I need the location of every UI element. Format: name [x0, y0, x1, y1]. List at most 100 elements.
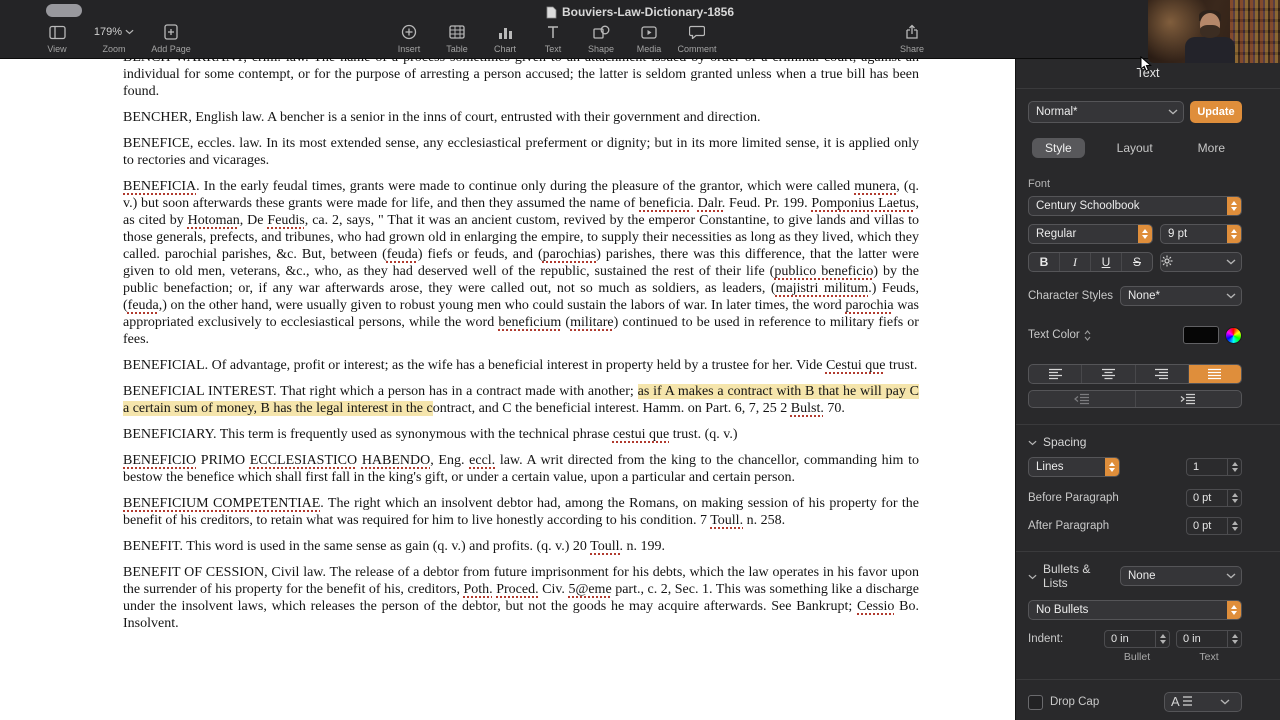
dictionary-entry[interactable]: BENEFICE, eccles. law. In its most exten…	[123, 135, 919, 169]
toolbar-button-chart[interactable]: Chart	[484, 23, 526, 54]
dictionary-entry[interactable]: BENCHER, English law. A bencher is a sen…	[123, 109, 919, 126]
disclosure-chevron-icon[interactable]	[1028, 569, 1037, 583]
misspelled-word: ECCLESIASTICO	[250, 453, 357, 468]
before-paragraph-value: 0 pt	[1187, 490, 1227, 506]
after-paragraph-label: After Paragraph	[1028, 520, 1109, 532]
toolbar-button-zoom[interactable]: 179%Zoom	[93, 23, 135, 54]
misspelled-word: parochias	[543, 247, 597, 262]
dictionary-entry[interactable]: BENCH WARRANT, crim. law. The name of a …	[123, 58, 919, 100]
line-spacing-stepper[interactable]: 1	[1186, 458, 1242, 476]
align-left-button[interactable]	[1029, 365, 1082, 383]
drop-cap-style-dropdown[interactable]: A	[1164, 692, 1242, 712]
text-indent-stepper[interactable]: 0 in	[1176, 630, 1242, 648]
toolbar-button-label: Insert	[398, 44, 421, 54]
toolbar-button-view[interactable]: View	[36, 23, 78, 54]
divider	[1016, 679, 1280, 680]
align-justify-button[interactable]	[1189, 365, 1241, 383]
stepper-arrows-icon[interactable]	[1227, 518, 1241, 534]
tab-layout[interactable]: Layout	[1104, 138, 1166, 158]
dictionary-entry[interactable]: BENEFICIUM COMPETENTIAE. The right which…	[123, 495, 919, 529]
color-wheel[interactable]	[1225, 327, 1242, 344]
toolbar-button-add-page[interactable]: Add Page	[150, 23, 192, 54]
misspelled-word: feuda	[387, 247, 418, 262]
toolbar-button-comment[interactable]: Comment	[676, 23, 718, 54]
webcam-overlay	[1148, 0, 1280, 63]
toolbar-button-share[interactable]: Share	[891, 23, 933, 54]
text-run: , De	[240, 213, 268, 228]
after-paragraph-stepper[interactable]: 0 pt	[1186, 517, 1242, 535]
dictionary-entry[interactable]: BENEFICIARY. This term is frequently use…	[123, 426, 919, 443]
dictionary-entry[interactable]: BENEFIT OF CESSION, Civil law. The relea…	[123, 564, 919, 632]
misspelled-word: Pomponius Laetus	[811, 196, 915, 211]
text-run: 70.	[824, 401, 845, 416]
align-center-button[interactable]	[1082, 365, 1135, 383]
misspelled-word: BENEFICIA	[123, 179, 196, 194]
dictionary-entry[interactable]: BENEFIT. This word is used in the same s…	[123, 538, 919, 555]
align-right-button[interactable]	[1136, 365, 1189, 383]
increase-indent-button[interactable]	[1136, 391, 1242, 407]
font-size-dropdown[interactable]: 9 pt	[1160, 224, 1242, 244]
shape-icon	[593, 23, 610, 41]
font-weight-value: Regular	[1036, 228, 1076, 240]
zoom-control: 179%	[94, 23, 134, 41]
misspelled-word: Hotoman	[188, 213, 240, 228]
tab-style[interactable]: Style	[1032, 138, 1085, 158]
toolbar-button-media[interactable]: Media	[628, 23, 670, 54]
text-run: BENEFICIAL INTEREST. That right which a …	[123, 384, 638, 399]
font-family-dropdown[interactable]: Century Schoolbook	[1028, 196, 1242, 216]
tab-more[interactable]: More	[1185, 138, 1238, 158]
decrease-indent-button[interactable]	[1029, 391, 1136, 407]
drop-cap-checkbox[interactable]	[1028, 695, 1043, 710]
toolbar-button-label: Table	[446, 44, 468, 54]
italic-button[interactable]: I	[1060, 253, 1091, 271]
bullets-lists-value: None	[1128, 570, 1156, 582]
disclosure-chevron-icon[interactable]	[1028, 435, 1037, 449]
misspelled-word: eccl.	[469, 453, 495, 468]
bullet-style-dropdown[interactable]: No Bullets	[1028, 600, 1242, 620]
text-run: , Eng.	[430, 453, 469, 468]
bullets-lists-dropdown[interactable]: None	[1120, 566, 1242, 586]
stepper-arrows-icon[interactable]	[1155, 631, 1169, 647]
bold-button[interactable]: B	[1029, 253, 1060, 271]
update-button[interactable]: Update	[1190, 101, 1242, 123]
alignment-buttons	[1028, 364, 1242, 384]
font-weight-dropdown[interactable]: Regular	[1028, 224, 1153, 244]
person-body	[1185, 37, 1235, 63]
text-run: Feud. Pr. 199.	[725, 196, 811, 211]
bullet-caption: Bullet	[1104, 651, 1170, 663]
text-run: BENEFIT. This word is used in the same s…	[123, 539, 590, 554]
text-run: BENEFICIARY. This term is frequently use…	[123, 427, 613, 442]
stepper-arrows-icon[interactable]	[1227, 459, 1241, 475]
comment-icon	[689, 23, 705, 41]
toolbar-button-shape[interactable]: Shape	[580, 23, 622, 54]
drop-cap-label: Drop Cap	[1050, 696, 1099, 708]
dictionary-entry[interactable]: BENEFICIAL INTEREST. That right which a …	[123, 383, 919, 417]
spacing-type-dropdown[interactable]: Lines	[1028, 457, 1120, 477]
toolbar-button-label: Media	[637, 44, 662, 54]
toolbar-button-text[interactable]: Text	[532, 23, 574, 54]
paragraph-style-dropdown[interactable]: Normal*	[1028, 101, 1184, 123]
document-page[interactable]: BENCH WARRANT, crim. law. The name of a …	[0, 58, 1015, 720]
underline-button[interactable]: U	[1091, 253, 1122, 271]
dictionary-entry[interactable]: BENEFICIO PRIMO ECCLESIASTICO HABENDO, E…	[123, 452, 919, 486]
dictionary-entry[interactable]: BENEFICIA. In the early feudal times, gr…	[123, 178, 919, 348]
stepper-arrows-icon[interactable]	[1227, 490, 1241, 506]
stepper-arrows-icon[interactable]	[1227, 631, 1241, 647]
table-icon	[449, 23, 465, 41]
strikethrough-button[interactable]: S	[1122, 253, 1152, 271]
text-color-swatch[interactable]	[1183, 326, 1219, 344]
bullets-lists-label: Bullets & Lists	[1043, 562, 1108, 590]
font-size-value: 9 pt	[1168, 228, 1187, 240]
misspelled-word: cestui que	[613, 427, 669, 442]
bullet-indent-stepper[interactable]: 0 in	[1104, 630, 1170, 648]
before-paragraph-stepper[interactable]: 0 pt	[1186, 489, 1242, 507]
toolbar-button-insert[interactable]: Insert	[388, 23, 430, 54]
chevron-down-icon	[1221, 293, 1241, 299]
text-run: BENEFICE, eccles. law. In its most exten…	[123, 136, 919, 168]
text-run: Civ.	[539, 582, 569, 597]
advanced-font-options-dropdown[interactable]	[1160, 252, 1242, 272]
dictionary-entry[interactable]: BENEFICIAL. Of advantage, profit or inte…	[123, 357, 919, 374]
character-styles-dropdown[interactable]: None*	[1120, 286, 1242, 306]
character-styles-value: None*	[1128, 290, 1160, 302]
toolbar-button-table[interactable]: Table	[436, 23, 478, 54]
